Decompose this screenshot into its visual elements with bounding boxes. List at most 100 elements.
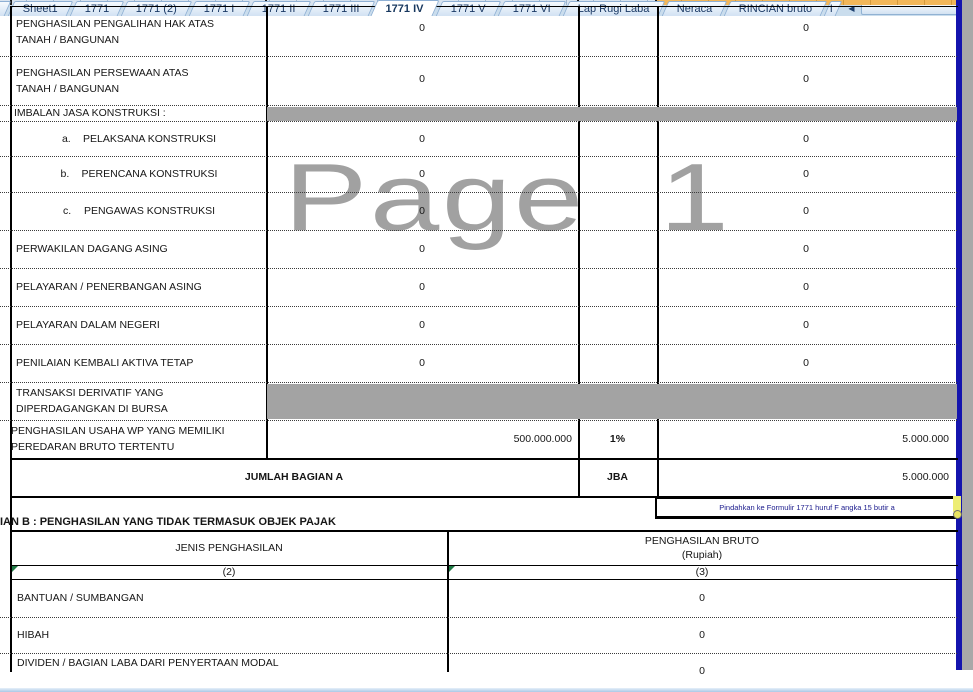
cell-value: 0 bbox=[803, 357, 809, 369]
column-number-cell[interactable]: (2) bbox=[11, 564, 447, 579]
table-row: b. PERENCANA KONSTRUKSI 0 0 bbox=[0, 156, 973, 192]
column-header-jenis[interactable]: JENIS PENGHASILAN bbox=[11, 530, 447, 565]
rate-cell[interactable]: 1% bbox=[579, 420, 656, 458]
table-row: HIBAH 0 bbox=[0, 617, 973, 653]
cell-value: 0 bbox=[699, 665, 705, 677]
cell-value: 1% bbox=[609, 433, 626, 445]
total-code: JBA bbox=[606, 471, 628, 483]
base-value-cell[interactable]: 0 bbox=[267, 156, 577, 192]
label-line: DIVIDEN / BAGIAN LABA DARI PENYERTAAN MO… bbox=[17, 657, 279, 669]
income-type-cell[interactable]: c. PENGAWAS KONSTRUKSI bbox=[16, 192, 262, 230]
tax-value-cell[interactable]: 0 bbox=[658, 121, 954, 156]
tax-value-cell[interactable]: 0 bbox=[658, 156, 954, 192]
column-number: (3) bbox=[695, 565, 709, 578]
label-line: HIBAH bbox=[17, 629, 50, 641]
base-value-cell[interactable]: 0 bbox=[267, 268, 577, 306]
item-letter: a. bbox=[61, 132, 71, 145]
base-value-cell[interactable]: 0 bbox=[267, 230, 577, 268]
base-value-cell[interactable]: 0 bbox=[267, 192, 577, 230]
item-letter: b. bbox=[60, 168, 70, 180]
tax-value-cell[interactable]: 0 bbox=[658, 268, 954, 306]
table-row: DIVIDEN / BAGIAN LABA DARI PENYERTAAN MO… bbox=[0, 653, 973, 689]
table-row: TRANSAKSI DERIVATIF YANG DIPERDAGANGKAN … bbox=[0, 382, 973, 420]
base-value-cell[interactable]: 0 bbox=[267, 57, 577, 105]
total-value-cell[interactable]: 5.000.000 bbox=[658, 458, 954, 496]
base-value-cell[interactable]: 0 bbox=[267, 121, 577, 156]
total-value: 5.000.000 bbox=[902, 471, 949, 483]
column-number-row: (2) (3) bbox=[0, 564, 973, 579]
income-type-cell[interactable]: IMBALAN JASA KONSTRUKSI : bbox=[14, 105, 260, 121]
label-line: PERWAKILAN DAGANG ASING bbox=[16, 243, 168, 255]
cell-value: 0 bbox=[699, 629, 705, 641]
table-row: PERWAKILAN DAGANG ASING 0 0 bbox=[0, 230, 973, 268]
header-text: (Rupiah) bbox=[681, 548, 723, 561]
table-row: BANTUAN / SUMBANGAN 0 bbox=[0, 579, 973, 617]
total-code-cell[interactable]: JBA bbox=[579, 458, 656, 496]
label-line: DIPERDAGANGKAN DI BURSA bbox=[16, 403, 168, 415]
object-handle-dot[interactable] bbox=[953, 510, 962, 519]
income-type-cell[interactable]: PENGHASILAN PERSEWAAN ATAS TANAH / BANGU… bbox=[16, 57, 262, 105]
income-type-cell[interactable]: PENGHASILAN USAHA WP YANG MEMILIKI PERED… bbox=[11, 420, 263, 458]
cell-value: 0 bbox=[419, 243, 425, 255]
base-value-cell[interactable]: 500.000.000 bbox=[267, 420, 577, 458]
cell-value: 0 bbox=[699, 592, 705, 604]
total-label: JUMLAH BAGIAN A bbox=[244, 471, 344, 483]
column-header-bruto[interactable]: PENGHASILAN BRUTO (Rupiah) bbox=[448, 530, 956, 565]
cell-value: 0 bbox=[803, 132, 809, 145]
sheet-tab-label: 1771 IV bbox=[386, 2, 424, 15]
cell-value: 500.000.000 bbox=[513, 433, 572, 445]
tax-value-cell[interactable]: 5.000.000 bbox=[658, 420, 954, 458]
table-row: PENGHASILAN PERSEWAAN ATAS TANAH / BANGU… bbox=[0, 57, 973, 105]
label-line: TRANSAKSI DERIVATIF YANG bbox=[16, 387, 164, 399]
table-row: IMBALAN JASA KONSTRUKSI : bbox=[0, 105, 973, 121]
income-type-cell[interactable]: PELAYARAN / PENERBANGAN ASING bbox=[16, 268, 262, 306]
tax-value-cell[interactable]: 0 bbox=[658, 6, 954, 57]
label-line: PEREDARAN BRUTO TERTENTU bbox=[11, 441, 175, 453]
table-row: PELAYARAN / PENERBANGAN ASING 0 0 bbox=[0, 268, 973, 306]
table-header-row: JENIS PENGHASILAN PENGHASILAN BRUTO (Rup… bbox=[0, 530, 973, 565]
cell-value: 0 bbox=[803, 205, 809, 217]
sheet-tab-1771-iv-active[interactable]: 1771 IV bbox=[370, 0, 440, 16]
tax-value-cell[interactable]: 0 bbox=[658, 230, 954, 268]
tax-value-cell[interactable]: 0 bbox=[658, 192, 954, 230]
cell-value: 0 bbox=[419, 205, 425, 217]
income-type-cell[interactable]: HIBAH bbox=[17, 617, 437, 653]
income-type-cell[interactable]: PENGHASILAN PENGALIHAN HAK ATAS TANAH / … bbox=[16, 6, 262, 57]
bruto-value-cell[interactable]: 0 bbox=[448, 579, 956, 617]
transfer-note-text: Pindahkan ke Formulir 1771 huruf F angka… bbox=[719, 503, 895, 512]
base-value-cell[interactable]: 0 bbox=[267, 306, 577, 344]
cell-value: 0 bbox=[419, 22, 425, 34]
income-type-cell[interactable]: PERWAKILAN DAGANG ASING bbox=[16, 230, 262, 268]
income-type-cell[interactable]: DIVIDEN / BAGIAN LABA DARI PENYERTAAN MO… bbox=[17, 653, 437, 673]
bruto-value-cell[interactable]: 0 bbox=[448, 617, 956, 653]
section-b-title[interactable]: IAN B : PENGHASILAN YANG TIDAK TERMASUK … bbox=[0, 516, 336, 528]
cell-value: 0 bbox=[419, 319, 425, 331]
income-type-cell[interactable]: TRANSAKSI DERIVATIF YANG DIPERDAGANGKAN … bbox=[16, 382, 262, 420]
income-type-cell[interactable]: BANTUAN / SUMBANGAN bbox=[17, 579, 437, 617]
tax-value-cell[interactable]: 0 bbox=[658, 306, 954, 344]
bruto-value-cell[interactable]: 0 bbox=[448, 653, 956, 689]
cell-value: 0 bbox=[803, 319, 809, 331]
header-text: JENIS PENGHASILAN bbox=[175, 541, 283, 554]
base-value-cell[interactable]: 0 bbox=[267, 344, 577, 382]
total-row: JUMLAH BAGIAN A JBA 5.000.000 bbox=[0, 458, 973, 496]
label-line: PENGHASILAN USAHA WP YANG MEMILIKI bbox=[11, 425, 225, 437]
income-type-cell[interactable]: a. PELAKSANA KONSTRUKSI bbox=[16, 121, 262, 156]
error-indicator-triangle bbox=[11, 566, 18, 572]
column-number: (2) bbox=[222, 565, 236, 578]
cell-value: 0 bbox=[419, 73, 425, 85]
tax-value-cell[interactable]: 0 bbox=[658, 57, 954, 105]
excel-page-break-preview: Page 1 PENGHASILAN PENGALIHAN HAK ATAS T… bbox=[0, 0, 973, 692]
label-line: PERENCANA KONSTRUKSI bbox=[81, 168, 218, 180]
label-line: PELAYARAN / PENERBANGAN ASING bbox=[16, 281, 202, 293]
total-label-cell[interactable]: JUMLAH BAGIAN A bbox=[11, 458, 577, 496]
income-type-cell[interactable]: PENILAIAN KEMBALI AKTIVA TETAP bbox=[16, 344, 262, 382]
transfer-note-box[interactable]: Pindahkan ke Formulir 1771 huruf F angka… bbox=[655, 497, 959, 519]
column-number-cell[interactable]: (3) bbox=[448, 564, 956, 579]
item-letter: c. bbox=[62, 205, 72, 217]
tax-value-cell[interactable]: 0 bbox=[658, 344, 954, 382]
income-type-cell[interactable]: PELAYARAN DALAM NEGERI bbox=[16, 306, 262, 344]
income-type-cell[interactable]: b. PERENCANA KONSTRUKSI bbox=[16, 156, 262, 192]
label-line: TANAH / BANGUNAN bbox=[16, 33, 120, 46]
label-line: PELAYARAN DALAM NEGERI bbox=[16, 319, 160, 331]
